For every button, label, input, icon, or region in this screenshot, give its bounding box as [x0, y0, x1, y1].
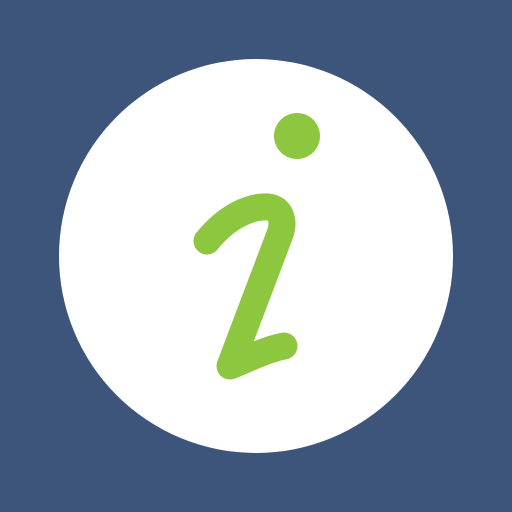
info-icon [0, 0, 512, 512]
app-icon [0, 0, 512, 512]
info-dot [274, 113, 320, 159]
icon-circle [59, 59, 453, 453]
